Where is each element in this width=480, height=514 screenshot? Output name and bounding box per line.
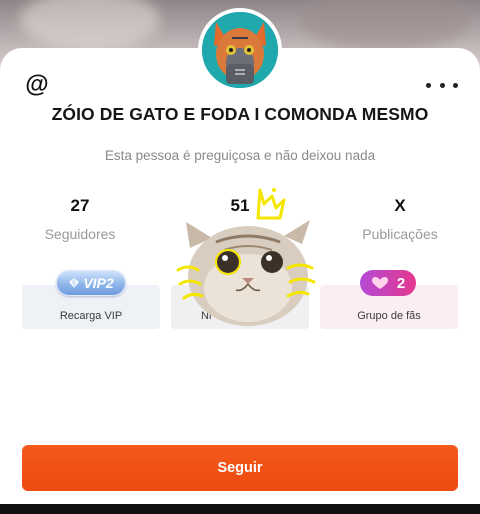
at-icon[interactable]: @ <box>24 72 50 98</box>
stat-label: Seguidores <box>44 226 116 242</box>
more-options-icon[interactable] <box>426 78 458 92</box>
stat-posts[interactable]: X Publicações <box>340 196 460 242</box>
tile-label: Recarga VIP <box>59 310 123 322</box>
follow-button[interactable]: Seguir <box>22 445 458 491</box>
cat-sticker <box>176 188 316 326</box>
diamond-icon <box>69 278 80 288</box>
vip-badge: VIP2 <box>56 270 126 296</box>
stat-label: Publicações <box>362 226 438 242</box>
stat-followers[interactable]: 27 Seguidores <box>20 196 140 242</box>
background-shape <box>20 0 160 50</box>
stat-value: 27 <box>70 196 90 215</box>
bottom-edge <box>0 504 480 514</box>
profile-name: ZÓIO DE GATO E FODA I COMONDA MESMO <box>51 104 429 124</box>
background-shape <box>300 0 470 50</box>
profile-bio: Esta pessoa é preguiçosa e não deixou na… <box>104 148 376 163</box>
tile-label: Grupo de fãs <box>357 310 421 322</box>
fan-group-badge: 2 <box>360 270 416 296</box>
fan-badge-count: 2 <box>396 274 406 292</box>
stat-value: X <box>394 196 406 215</box>
avatar[interactable] <box>198 8 282 92</box>
cyber-cat-avatar-image <box>202 12 278 88</box>
heart-icon <box>371 277 388 289</box>
vip-badge-text: VIP2 <box>83 275 114 291</box>
